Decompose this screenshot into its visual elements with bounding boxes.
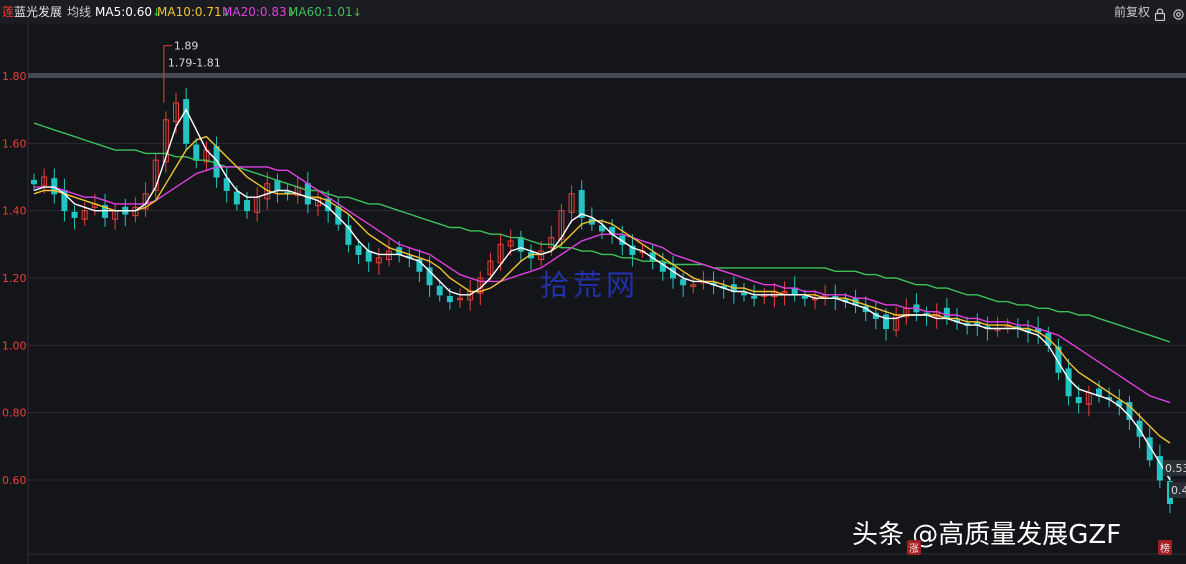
y-tick-label: 1.60 [2, 137, 27, 150]
ma20-line [34, 166, 1171, 404]
candle-down [1075, 397, 1082, 404]
candle-down [1065, 368, 1072, 397]
adjust-mode-button[interactable]: 前复权 [1114, 0, 1150, 24]
stock-name[interactable]: 蓝光发展 [14, 0, 62, 24]
candle-down [71, 211, 78, 218]
candle-down [355, 245, 362, 255]
candle-down [883, 314, 889, 329]
y-tick-label: 1.00 [2, 339, 27, 352]
corner-badge-left: 涨 [907, 540, 921, 555]
ma20-legend: MA20:0.83↓ [222, 0, 296, 25]
down-arrow-icon: ↓ [352, 6, 362, 19]
candle-down [801, 296, 808, 299]
ma5-line [33, 108, 1171, 481]
candle-down [436, 285, 443, 296]
candle-down [183, 99, 190, 144]
y-tick-label: 1.40 [2, 205, 27, 218]
range-label: 1.79-1.81 [168, 57, 221, 70]
y-tick-label: 1.20 [2, 272, 27, 285]
candle-down [31, 179, 37, 185]
candle-down [274, 179, 281, 191]
y-tick-label: 0.60 [2, 474, 27, 487]
right-label-2: 0.4 [1171, 484, 1186, 497]
ma60-legend: MA60:1.01↓ [288, 0, 362, 25]
stock-name-fragment: 莲 [2, 5, 15, 19]
candle-down [751, 296, 758, 299]
candle-down [943, 307, 950, 319]
indicator-label[interactable]: 均线 [67, 0, 91, 24]
y-tick-label: 1.80 [2, 70, 27, 83]
ma60-value: MA60:1.01 [288, 5, 353, 19]
candle-down [304, 183, 311, 205]
candle-down [233, 191, 240, 205]
candle-down [680, 279, 687, 286]
corner-badge-right: 榜 [1158, 540, 1172, 555]
candle-down [741, 292, 747, 296]
candlestick-chart[interactable]: 1.80 1.60 1.40 1.20 1.00 0.80 0.60 1.89 1.79-1.8… [0, 24, 1186, 564]
high-label: 1.89 [174, 40, 199, 53]
candle-down [446, 296, 453, 303]
ma10-value: MA10:0.71 [157, 5, 222, 19]
right-label-1: 0.53 [1165, 462, 1186, 475]
ma5-legend: MA5:0.60↓ [95, 0, 161, 25]
ma10-line [33, 135, 1171, 444]
candle-down [517, 237, 524, 252]
ma10-legend: MA10:0.71↓ [157, 0, 231, 25]
ma20-value: MA20:0.83 [222, 5, 287, 19]
candle-down [193, 144, 200, 161]
candle-down [244, 200, 250, 212]
ma5-value: MA5:0.60 [95, 5, 152, 19]
brand-caption: 头条 @高质量发展GZF [852, 520, 1122, 550]
chart-header: 莲 蓝光发展 均线 MA5:0.60↓ MA10:0.71↓ MA20:0.83… [0, 0, 1186, 24]
y-tick-label: 0.80 [2, 407, 27, 420]
candle-down [365, 250, 372, 262]
price-range-band [28, 73, 1186, 78]
